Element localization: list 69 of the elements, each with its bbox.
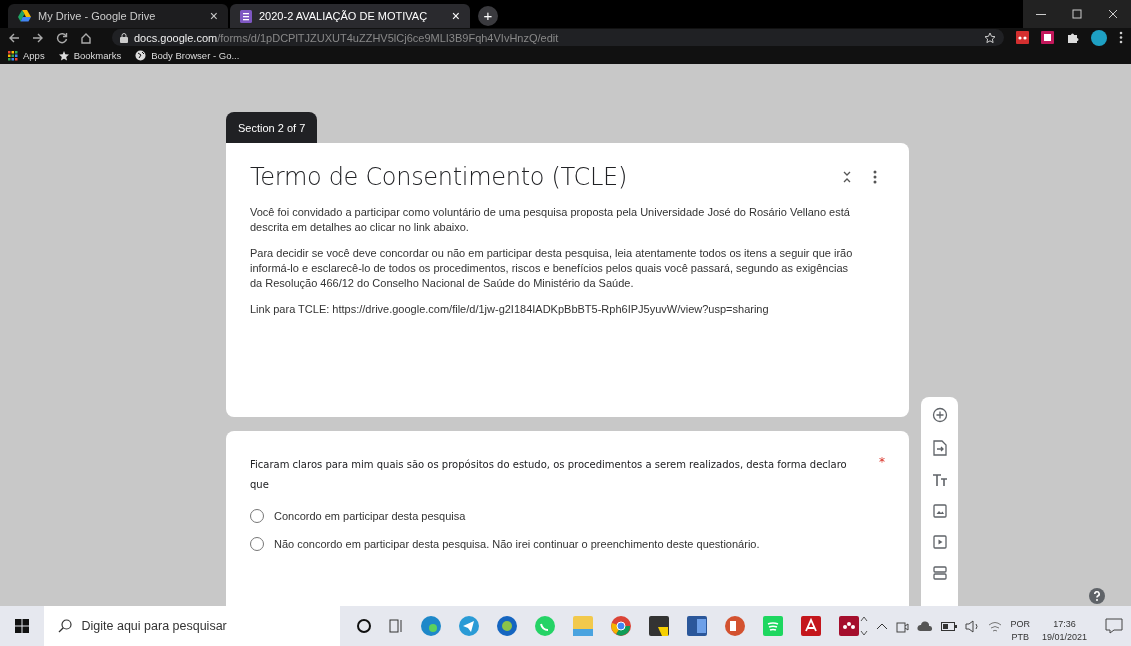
reload-icon[interactable] (56, 31, 68, 44)
browser-tab[interactable]: My Drive - Google Drive × (8, 4, 228, 28)
form-icon (240, 9, 252, 23)
required-mark: * (879, 455, 885, 469)
sticky-notes-icon[interactable] (648, 615, 671, 637)
text-icon[interactable] (931, 473, 948, 487)
close-tab-button[interactable]: × (451, 8, 460, 24)
notification-icon[interactable] (1105, 618, 1123, 634)
wifi-icon[interactable] (988, 619, 1003, 633)
option-label: Não concordo em participar desta pesquisa. Não irei continuar o preenchimento deste questionário. (274, 538, 760, 550)
maximize-icon (1072, 9, 1082, 19)
clock-date[interactable]: 19/01/2021 (1041, 631, 1087, 644)
language-indicator[interactable]: POR (1010, 618, 1030, 631)
import-icon[interactable] (932, 440, 947, 456)
collapse-icon[interactable] (843, 171, 851, 183)
scroll-arrows-icon[interactable] (860, 615, 869, 637)
tab-title: 2020-2 AVALIAÇÃO DE MOTIVAÇ (259, 10, 429, 22)
dots-extension-icon[interactable] (1016, 31, 1029, 44)
search-placeholder: Digite aqui para pesquisar (81, 619, 227, 633)
forward-icon[interactable] (32, 31, 44, 44)
task-view-icon[interactable] (388, 618, 405, 634)
section-icon[interactable] (932, 566, 947, 580)
apps-icon (8, 50, 18, 61)
url-text: docs.google.com/forms/d/1pDCPlTJZUXUT4uZZHV5lCj6ce9MLI3B9Fqh4VIvHnzQ/edit (134, 31, 560, 44)
add-icon[interactable] (931, 407, 948, 423)
speaker-icon[interactable] (965, 619, 981, 633)
browser-tab[interactable]: 2020-2 AVALIAÇÃO DE MOTIVAÇ × (230, 4, 470, 28)
pdf-icon[interactable] (800, 615, 823, 637)
close-icon (1108, 9, 1118, 19)
question-text: Ficaram claros para mim quais são os propósitos do estudo, os procedimentos a serem realizados, desta forma declaro que (250, 458, 848, 492)
section-label: Section 2 of 7 (226, 112, 318, 143)
search-icon (57, 619, 72, 633)
globe-icon (135, 50, 147, 61)
option-label: Concordo em participar desta pesquisa (274, 510, 466, 522)
close-tab-button[interactable]: × (209, 8, 218, 24)
address-bar[interactable]: docs.google.com/forms/d/1pDCPlTJZUXUT4uZZHV5lCj6ce9MLI3B9Fqh4VIvHnzQ/edit (112, 29, 1004, 46)
menu-icon[interactable] (1119, 31, 1123, 44)
cloud-icon[interactable] (917, 620, 934, 632)
help-icon[interactable] (1089, 588, 1105, 604)
video-icon[interactable] (932, 535, 947, 549)
chrome-icon[interactable] (610, 615, 633, 637)
more-icon[interactable] (873, 170, 877, 184)
bookmark-link[interactable]: Apps (8, 50, 45, 61)
language-indicator[interactable]: PTB (1011, 631, 1029, 644)
puzzle-icon[interactable] (1066, 31, 1079, 44)
home-icon[interactable] (80, 31, 92, 44)
windows-icon[interactable] (14, 619, 29, 633)
description-paragraph: Você foi convidado a participar como voluntário de uma pesquisa proposta pela Universidade José do Rosário Vellano está descrita em detalhes ao clicar no link abaixo. (250, 205, 851, 235)
description-paragraph: Para decidir se você deve concordar ou não em participar desta pesquisa, leia atentamente todos os itens a seguir que irão informá-lo e esclarecê-lo de todos os procedimentos, riscos e benefícios pelos quais você passará, segundo as exigências da Resolução 466/12 do Conselho Nacional de Saúde do Ministério da Saúde. (250, 246, 853, 291)
drive-icon (18, 10, 31, 22)
star-icon[interactable] (984, 31, 996, 44)
circle-app-icon[interactable] (496, 615, 519, 637)
telegram-icon[interactable] (458, 615, 481, 637)
new-tab-button[interactable]: + (478, 6, 498, 26)
clock-time[interactable]: 17:36 (1053, 618, 1076, 631)
bookmark-link[interactable]: Bookmarks (58, 50, 122, 61)
calendar-extension-icon[interactable] (1041, 31, 1054, 44)
avatar-icon[interactable] (1091, 29, 1107, 46)
star-icon (58, 50, 69, 61)
chevron-up-icon[interactable] (876, 622, 889, 630)
lock-icon (120, 32, 128, 43)
tab-title: My Drive - Google Drive (38, 10, 157, 22)
image-icon[interactable] (932, 504, 947, 518)
bookmark-link[interactable]: Body Browser - Go... (135, 50, 240, 61)
back-icon[interactable] (8, 31, 20, 44)
section-title: Termo de Consentimento (TCLE) (250, 163, 628, 191)
description-paragraph: Link para TCLE: https://drive.google.com/file/d/1jw-g2I184IADKpBbBT5-Rph6IPJ5yuvW/view?usp=sharing (250, 302, 770, 317)
taskbar-search-field[interactable]: Digite aqui para pesquisar (43, 606, 341, 646)
battery-icon[interactable] (941, 621, 958, 631)
